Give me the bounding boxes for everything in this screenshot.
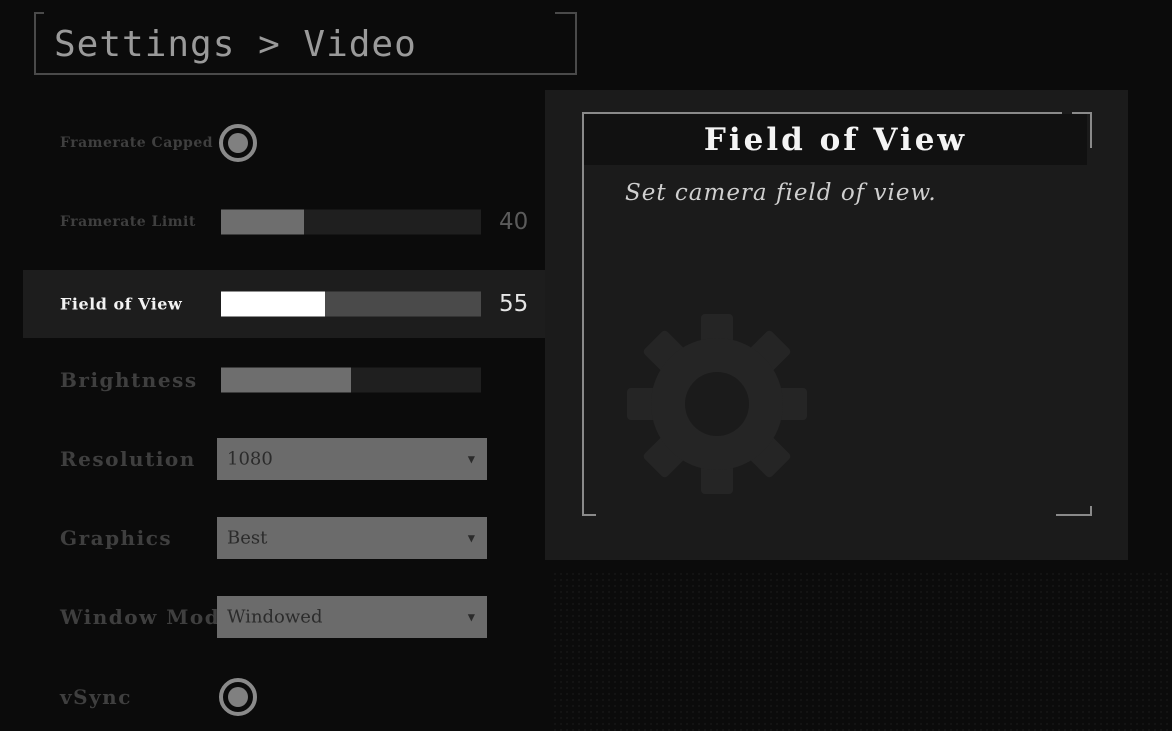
info-panel: Field of View Set camera field of view. xyxy=(545,90,1128,560)
dropdown-value: Best xyxy=(227,527,268,549)
setting-label: Brightness xyxy=(60,368,198,392)
brightness-slider[interactable] xyxy=(221,367,481,393)
setting-row-graphics[interactable]: Graphics Best ▼ xyxy=(23,504,545,572)
info-description: Set camera field of view. xyxy=(625,180,937,206)
setting-label: Framerate Limit xyxy=(60,214,196,230)
setting-row-field-of-view[interactable]: Field of View 55 xyxy=(23,270,545,338)
setting-label: Window Mode xyxy=(60,605,235,629)
setting-row-vsync[interactable]: vSync xyxy=(23,663,545,731)
setting-label: Field of View xyxy=(60,294,183,314)
page-title-frame: Settings > Video xyxy=(34,12,577,75)
field-of-view-slider[interactable] xyxy=(221,291,481,317)
framerate-limit-value: 40 xyxy=(499,209,529,235)
dropdown-value: Windowed xyxy=(227,606,323,628)
slider-fill xyxy=(221,209,305,235)
vsync-toggle[interactable] xyxy=(219,678,257,716)
info-heading-bar: Field of View xyxy=(584,114,1087,165)
setting-label: Resolution xyxy=(60,447,196,471)
window-mode-dropdown[interactable]: Windowed ▼ xyxy=(217,596,487,638)
setting-row-window-mode[interactable]: Window Mode Windowed ▼ xyxy=(23,583,545,651)
setting-row-resolution[interactable]: Resolution 1080 ▼ xyxy=(23,425,545,493)
slider-fill xyxy=(221,367,351,393)
setting-label: Graphics xyxy=(60,526,173,550)
page-title: Settings > Video xyxy=(54,24,417,65)
setting-label: vSync xyxy=(60,685,132,709)
graphics-dropdown[interactable]: Best ▼ xyxy=(217,517,487,559)
dropdown-arrow-icon: ▼ xyxy=(467,610,475,624)
resolution-dropdown[interactable]: 1080 ▼ xyxy=(217,438,487,480)
slider-fill xyxy=(221,291,325,317)
setting-row-framerate-capped[interactable]: Framerate Capped xyxy=(23,109,545,177)
info-heading: Field of View xyxy=(703,121,968,158)
framerate-limit-slider[interactable] xyxy=(221,209,481,235)
setting-row-brightness[interactable]: Brightness xyxy=(23,346,545,414)
background-texture xyxy=(552,571,1172,731)
dropdown-arrow-icon: ▼ xyxy=(467,452,475,466)
setting-row-framerate-limit[interactable]: Framerate Limit 40 xyxy=(23,188,545,256)
gear-icon xyxy=(627,314,807,494)
field-of-view-value: 55 xyxy=(499,291,529,317)
framerate-capped-toggle[interactable] xyxy=(219,124,257,162)
dropdown-arrow-icon: ▼ xyxy=(467,531,475,545)
dropdown-value: 1080 xyxy=(227,448,273,470)
setting-label: Framerate Capped xyxy=(60,135,214,151)
